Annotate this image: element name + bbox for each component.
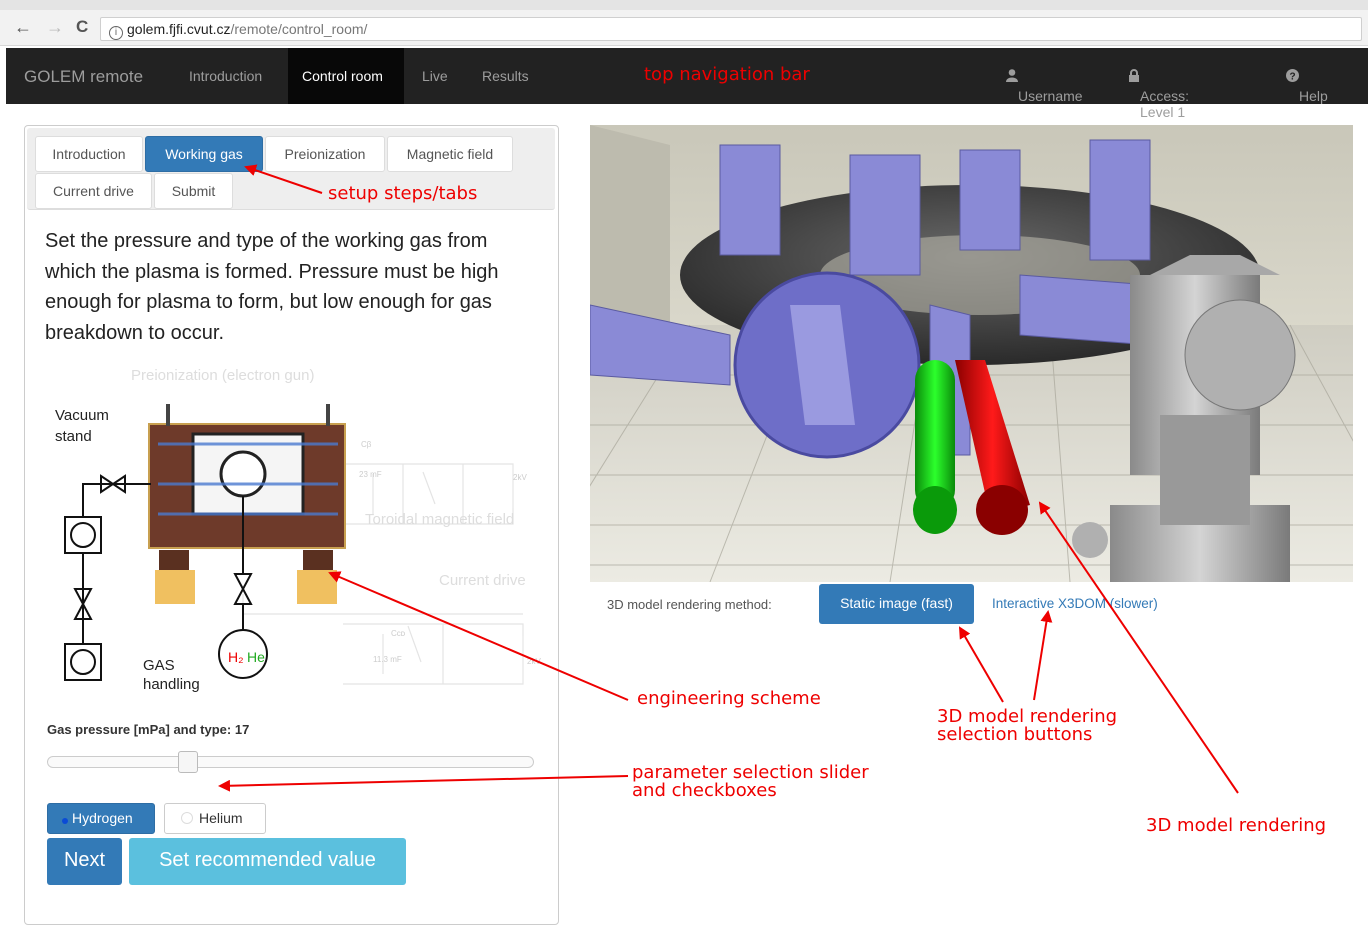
gas-handling-label-1: GAS [143,657,175,674]
brand-link[interactable]: GOLEM remote [24,67,143,87]
capacitor-1-value: 23 mF [359,470,382,479]
browser-tabstrip [0,0,1368,10]
radio-selected-icon [62,818,68,824]
engineering-scheme: Preionization (electron gun) Toroidal ma… [55,367,541,693]
user-icon [1006,69,1018,82]
helium-label: He [247,649,265,665]
nav-control-room[interactable]: Control room [288,48,404,104]
hydrogen-option-label: Hydrogen [72,810,133,826]
url-host: golem.fjfi.cvut.cz [127,21,231,37]
interactive-x3dom-link[interactable]: Interactive X3DOM (slower) [992,596,1158,611]
gas-handling-label-2: handling [143,676,200,693]
annotation-render: 3D model rendering [1146,815,1327,836]
nav-live[interactable]: Live [408,48,462,104]
question-circle-icon: ? [1286,69,1299,83]
tab-current-drive[interactable]: Current drive [35,173,152,209]
setup-panel: Introduction Working gas Preionization M… [24,125,559,925]
step-instructions: Set the pressure and type of the working… [45,230,499,344]
help-label: Help [1299,88,1328,104]
access-link[interactable]: Access: Level 1 [1128,68,1189,120]
username-label: Username [1018,88,1083,104]
reload-icon[interactable]: C [76,17,88,37]
info-icon[interactable]: i [109,26,123,40]
forward-arrow-icon[interactable]: → [46,17,64,37]
capacitor-2-label: Cᴄᴅ [391,629,406,638]
nav-introduction[interactable]: Introduction [175,48,276,104]
address-bar[interactable]: i golem.fjfi.cvut.cz/remote/control_room/ [100,17,1362,41]
helium-option[interactable]: Helium [164,803,266,834]
browser-toolbar: ← → C i golem.fjfi.cvut.cz/remote/control… [0,0,1368,46]
vacuum-stand-label-1: Vacuum [55,407,109,424]
annotation-tabs: setup steps/tabs [328,183,478,204]
helium-option-label: Helium [199,810,243,826]
svg-text:?: ? [1289,72,1295,83]
current-drive-label: Current drive [439,572,526,589]
gas-pressure-label: Gas pressure [mPa] and type: 17 [47,722,250,737]
slider-handle[interactable] [178,751,199,773]
gas-pressure-slider[interactable] [47,751,534,773]
annotation-scheme: engineering scheme [637,688,821,709]
render-method-label: 3D model rendering method: [607,597,772,612]
url-path: /remote/control_room/ [230,21,368,37]
lock-icon [1129,69,1139,82]
arrow-static-button [958,626,1004,703]
3d-model-rendering[interactable] [590,125,1353,582]
access-label: Access: Level 1 [1140,88,1190,120]
preionization-label: Preionization (electron gun) [131,367,314,384]
next-button[interactable]: Next [47,838,122,885]
tab-preionization[interactable]: Preionization [265,136,385,172]
capacitor-1-label: Cβ [361,440,372,449]
annotation-slider-2: and checkboxes [632,780,777,801]
toroidal-label: Toroidal magnetic field [365,511,514,528]
hydrogen-option[interactable]: Hydrogen [47,803,155,834]
voltage-1-label: 2kV [513,473,527,482]
nav-results[interactable]: Results [468,48,543,104]
arrow-x3dom [1033,610,1053,701]
static-image-button[interactable]: Static image (fast) [819,584,974,624]
radio-unselected-icon [181,812,193,824]
help-link[interactable]: ? Help [1286,68,1328,104]
username-link[interactable]: Username [1006,68,1083,104]
tokamak-3d-render [590,125,1353,582]
tab-working-gas[interactable]: Working gas [145,136,263,172]
annotation-top-nav: top navigation bar [644,64,810,85]
set-recommended-button[interactable]: Set recommended value [129,838,406,885]
tab-submit[interactable]: Submit [154,173,233,209]
vacuum-stand-label-2: stand [55,428,92,445]
back-arrow-icon[interactable]: ← [14,17,32,37]
annotation-buttons-2: selection buttons [937,724,1093,745]
tab-magnetic-field[interactable]: Magnetic field [387,136,513,172]
tab-introduction[interactable]: Introduction [35,136,143,172]
hydrogen-label: H₂ [228,649,244,665]
capacitor-2-value: 11.3 mF [373,655,402,664]
voltage-2-label: 2kV [527,657,541,666]
